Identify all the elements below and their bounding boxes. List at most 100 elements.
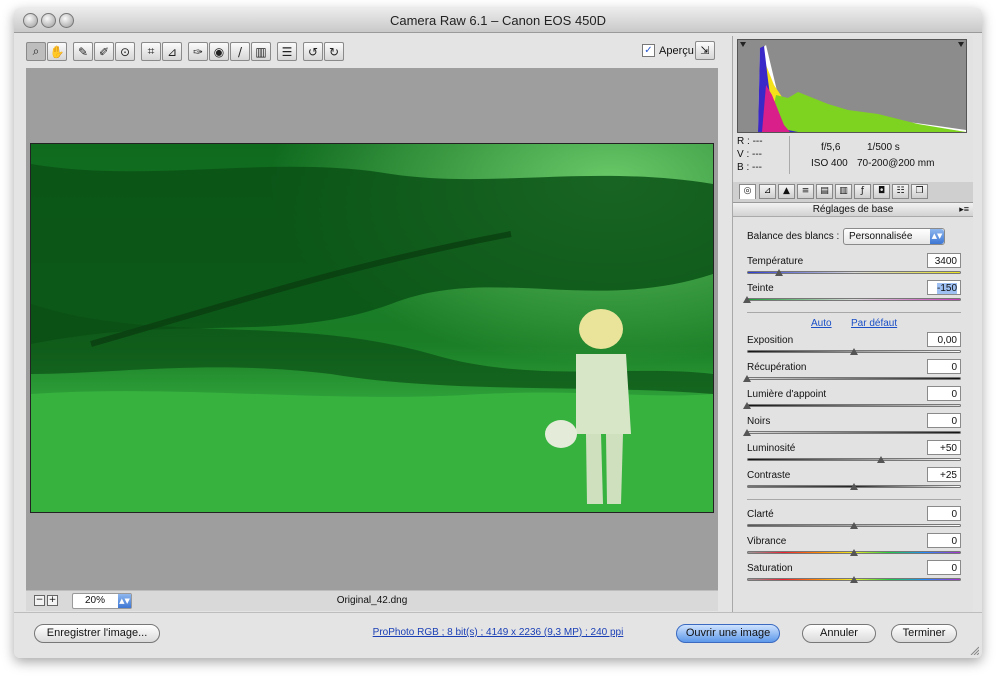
auto-link[interactable]: Auto bbox=[811, 318, 832, 329]
hsl-icon: ≡ bbox=[801, 186, 810, 196]
contraste-slider-handle[interactable] bbox=[850, 483, 858, 490]
tab-snapshots[interactable]: ❐ bbox=[911, 184, 928, 199]
preview-checkbox[interactable]: ✓ bbox=[642, 44, 655, 57]
section-header: Réglages de base ▸≡ bbox=[733, 203, 973, 217]
saturation-label: Saturation bbox=[747, 563, 793, 574]
temperature-value: 3400 bbox=[934, 256, 957, 267]
tab-lens-corrections[interactable]: ▥ bbox=[835, 184, 852, 199]
vibrance-value-field[interactable]: 0 bbox=[927, 533, 961, 548]
luminosite-slider-row: Luminosité +50 bbox=[747, 440, 961, 469]
preview-label: Aperçu bbox=[659, 44, 694, 57]
image-canvas[interactable] bbox=[26, 68, 718, 590]
recuperation-slider-track[interactable] bbox=[747, 377, 961, 380]
rotate-right-icon: ↻ bbox=[328, 44, 340, 59]
teinte-slider-track[interactable] bbox=[747, 298, 961, 301]
zoom-tool-button[interactable]: ⌕ bbox=[26, 42, 46, 61]
resize-grip-icon[interactable] bbox=[969, 645, 979, 655]
exposition-label: Exposition bbox=[747, 335, 794, 346]
vibrance-label: Vibrance bbox=[747, 536, 787, 547]
temperature-slider-handle[interactable] bbox=[775, 269, 784, 276]
recuperation-value-field[interactable]: 0 bbox=[927, 359, 961, 374]
noirs-slider-track[interactable] bbox=[747, 431, 961, 434]
teinte-value-field[interactable]: -150 bbox=[927, 280, 961, 295]
g-label: V : bbox=[737, 149, 750, 160]
teinte-slider-handle[interactable] bbox=[743, 296, 751, 303]
luminosite-slider-handle[interactable] bbox=[876, 456, 885, 463]
recuperation-slider-row: Récupération 0 bbox=[743, 359, 961, 388]
pixel-info: R : --- V : --- B : --- f/5,6 1/500 s IS… bbox=[737, 136, 969, 176]
camera-raw-window: Camera Raw 6.1 – Canon EOS 450D ⌕ ✋ ✎ ✐ … bbox=[14, 8, 982, 658]
split-toning-icon: ▤ bbox=[820, 186, 829, 196]
adjustment-brush-icon: / bbox=[237, 44, 243, 59]
luminosite-value-field[interactable]: +50 bbox=[927, 440, 961, 455]
lumiere-d-appoint-slider-track[interactable] bbox=[747, 404, 961, 407]
exposition-value-field[interactable]: 0,00 bbox=[927, 332, 961, 347]
noirs-slider-handle[interactable] bbox=[743, 429, 751, 436]
open-image-button[interactable]: Ouvrir une image bbox=[676, 624, 780, 643]
photo-preview bbox=[30, 143, 714, 513]
exposition-slider-handle[interactable] bbox=[850, 348, 858, 355]
iso: ISO 400 bbox=[811, 158, 848, 169]
clarte-label: Clarté bbox=[747, 509, 774, 520]
tab-tone-curve[interactable]: ⊿ bbox=[759, 184, 776, 199]
lumiere-d-appoint-slider-handle[interactable] bbox=[743, 402, 751, 409]
target-adjustment-tool-button[interactable]: ⊙ bbox=[115, 42, 135, 61]
eyedropper-tool-button[interactable]: ✎ bbox=[73, 42, 93, 61]
g-value: --- bbox=[752, 149, 763, 160]
clarte-value: 0 bbox=[951, 509, 957, 520]
spot-removal-tool-button[interactable]: ✑ bbox=[188, 42, 208, 61]
default-link[interactable]: Par défaut bbox=[851, 318, 897, 329]
adjustment-brush-tool-button[interactable]: / bbox=[230, 42, 250, 61]
crop-icon: ⌗ bbox=[147, 44, 155, 58]
saturation-slider-handle[interactable] bbox=[850, 576, 858, 583]
rotate-left-button[interactable]: ↺ bbox=[303, 42, 323, 61]
tab-effects[interactable]: ƒ bbox=[854, 184, 871, 199]
clarte-value-field[interactable]: 0 bbox=[927, 506, 961, 521]
lumiere-d-appoint-value-field[interactable]: 0 bbox=[927, 386, 961, 401]
tab-basic[interactable]: ◎ bbox=[739, 184, 756, 199]
saturation-value-field[interactable]: 0 bbox=[927, 560, 961, 575]
lens-corrections-icon: ▥ bbox=[839, 186, 848, 196]
contraste-label: Contraste bbox=[747, 470, 791, 481]
b-value: --- bbox=[752, 162, 763, 173]
camera-calibration-icon: ◘ bbox=[877, 186, 886, 196]
crop-tool-button[interactable]: ⌗ bbox=[141, 42, 161, 61]
contraste-slider-row: Contraste +25 bbox=[747, 467, 961, 496]
clarte-slider-handle[interactable] bbox=[850, 522, 858, 529]
tab-camera-calibration[interactable]: ◘ bbox=[873, 184, 890, 199]
vibrance-slider-handle[interactable] bbox=[850, 549, 858, 556]
saturation-value: 0 bbox=[951, 563, 957, 574]
adjustments-panel: R : --- V : --- B : --- f/5,6 1/500 s IS… bbox=[732, 36, 973, 612]
straighten-tool-button[interactable]: ⊿ bbox=[162, 42, 182, 61]
color-sampler-tool-button[interactable]: ✐ bbox=[94, 42, 114, 61]
graduated-filter-tool-button[interactable]: ▥ bbox=[251, 42, 271, 61]
luminosite-slider-track[interactable] bbox=[747, 458, 961, 461]
tab-hsl[interactable]: ≡ bbox=[797, 184, 814, 199]
tab-split-toning[interactable]: ▤ bbox=[816, 184, 833, 199]
bottom-bar: Enregistrer l'image... ProPhoto RGB ; 8 … bbox=[14, 612, 982, 658]
recuperation-label: Récupération bbox=[747, 362, 807, 373]
full-screen-button[interactable]: ⇲ bbox=[695, 41, 715, 60]
preferences-button[interactable]: ☰ bbox=[277, 42, 297, 61]
hand-tool-button[interactable]: ✋ bbox=[47, 42, 67, 61]
white-balance-select[interactable]: Personnalisée ▲▼ bbox=[843, 228, 945, 245]
full-screen-icon: ⇲ bbox=[700, 44, 710, 57]
noirs-value-field[interactable]: 0 bbox=[927, 413, 961, 428]
recuperation-slider-handle[interactable] bbox=[743, 375, 751, 382]
done-button[interactable]: Terminer bbox=[891, 624, 957, 643]
temperature-value-field[interactable]: 3400 bbox=[927, 253, 961, 268]
red-eye-tool-button[interactable]: ◉ bbox=[209, 42, 229, 61]
panel-menu-icon[interactable]: ▸≡ bbox=[959, 203, 969, 216]
contraste-value-field[interactable]: +25 bbox=[927, 467, 961, 482]
lumiere-d-appoint-slider-row: Lumière d'appoint 0 bbox=[743, 386, 961, 415]
tab-detail[interactable]: ▲ bbox=[778, 184, 795, 199]
window-title: Camera Raw 6.1 – Canon EOS 450D bbox=[389, 13, 607, 28]
red-eye-icon: ◉ bbox=[213, 44, 225, 59]
lumiere-d-appoint-label: Lumière d'appoint bbox=[747, 389, 827, 400]
rotate-right-button[interactable]: ↻ bbox=[324, 42, 344, 61]
luminosite-value: +50 bbox=[940, 443, 957, 454]
tab-presets[interactable]: ☷ bbox=[892, 184, 909, 199]
saturation-slider-row: Saturation 0 bbox=[747, 560, 961, 589]
cancel-button[interactable]: Annuler bbox=[802, 624, 876, 643]
preview-toggle[interactable]: ✓ Aperçu bbox=[642, 44, 694, 57]
